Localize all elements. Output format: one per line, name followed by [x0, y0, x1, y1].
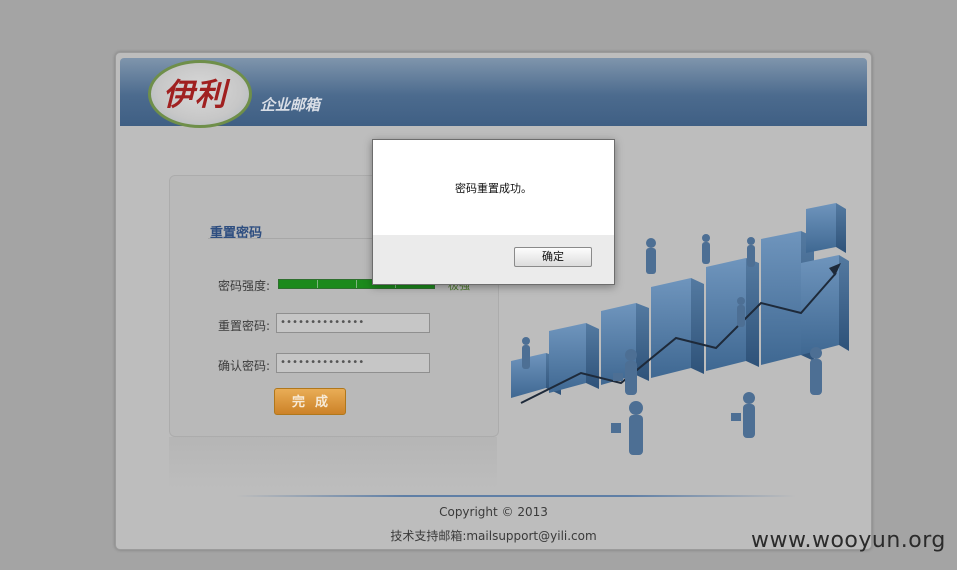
strength-segment	[318, 280, 357, 288]
reset-password-input[interactable]: ••••••••••••••	[276, 313, 430, 333]
logo-text: 伊利	[163, 77, 227, 113]
submit-button[interactable]: 完成	[274, 388, 346, 415]
header-banner: 伊利 企业邮箱	[120, 58, 867, 128]
strength-label: 密码强度:	[217, 279, 270, 293]
ok-button[interactable]: 确定	[514, 247, 592, 267]
success-dialog: 密码重置成功。 确定	[372, 139, 615, 285]
copyright-text: Copyright © 2013	[439, 505, 548, 519]
confirm-password-label: 确认密码:	[217, 359, 270, 373]
reset-password-label: 重置密码:	[217, 319, 270, 333]
dialog-message: 密码重置成功。	[455, 182, 532, 195]
footer-divider	[236, 495, 796, 497]
panel-reflection	[169, 437, 497, 489]
page-frame: 伊利 企业邮箱 重置密码 密码强度: 极强 重置密码: ••••••••••••…	[115, 52, 872, 550]
watermark-text: www.wooyun.org	[751, 528, 946, 553]
strength-segment	[279, 280, 318, 288]
dialog-footer: 确定	[373, 235, 614, 284]
confirm-password-input[interactable]: ••••••••••••••	[276, 353, 430, 373]
header-title: 企业邮箱	[260, 96, 321, 114]
